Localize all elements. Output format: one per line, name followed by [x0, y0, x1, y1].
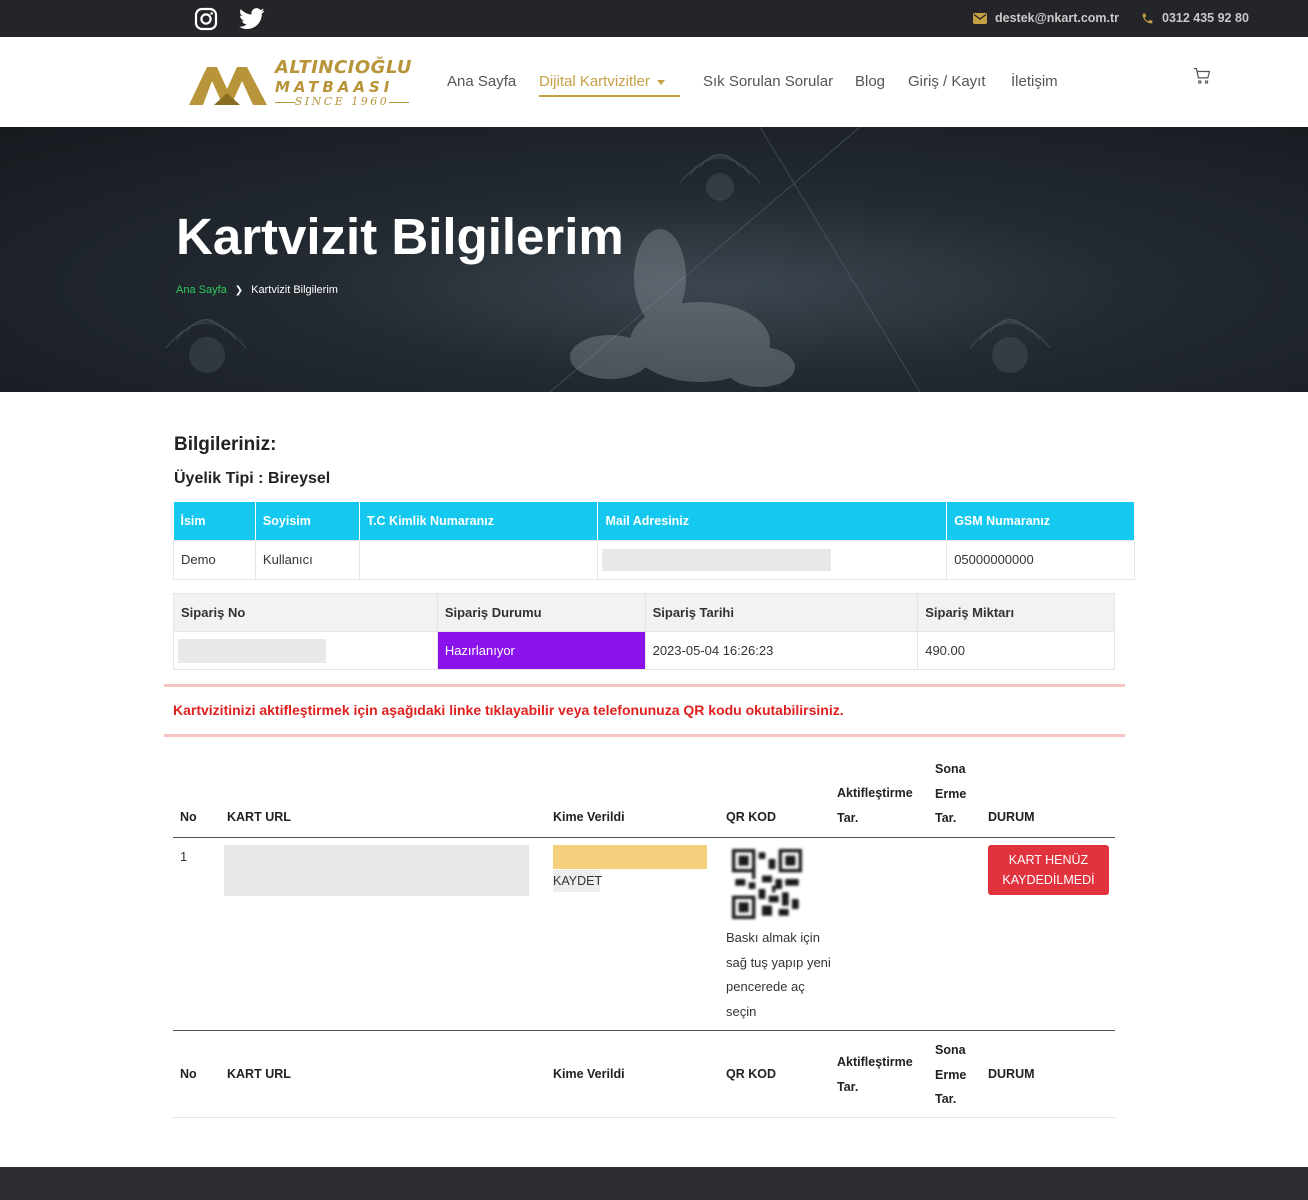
card-not-saved-button[interactable]: KART HENÜZ KAYDEDİLMEDİ — [988, 845, 1109, 895]
header-surname: Soyisim — [255, 502, 360, 540]
footer-header-expiry-date: Sona Erme Tar. — [935, 1043, 967, 1106]
footer-header-status: DURUM — [988, 1067, 1035, 1081]
header-order-date: Sipariş Tarihi — [644, 593, 919, 632]
table-row: Hazırlanıyor 2023-05-04 16:26:23 490.00 — [173, 631, 1115, 670]
header-tc-id: T.C Kimlik Numaranız — [359, 502, 599, 540]
redacted-card-url[interactable] — [224, 845, 529, 896]
breadcrumb-home[interactable]: Ana Sayfa — [176, 284, 227, 296]
nav-contact[interactable]: İletişim — [1011, 73, 1058, 90]
page-hero: Kartvizit Bilgilerim Ana Sayfa ❯ Kartviz… — [0, 127, 1308, 392]
footer-header-no: No — [180, 1067, 197, 1081]
cell-tc-id — [358, 539, 599, 580]
table-divider — [173, 1030, 1115, 1031]
notice-divider-bottom — [164, 734, 1125, 737]
order-table: Sipariş No Sipariş Durumu Sipariş Tarihi… — [173, 593, 1115, 670]
table-row: Demo Kullanıcı 05000000000 — [173, 539, 1135, 580]
contact-phone[interactable]: 0312 435 92 80 — [1141, 11, 1249, 25]
nav-home[interactable]: Ana Sayfa — [447, 73, 516, 90]
user-info-table: İsim Soyisim T.C Kimlik Numaranız Mail A… — [173, 502, 1135, 580]
contact-email[interactable]: destek@nkart.com.tr — [973, 11, 1119, 25]
header-card-url: KART URL — [227, 810, 291, 824]
cell-order-date: 2023-05-04 16:26:23 — [644, 631, 919, 670]
redacted-email — [602, 548, 832, 571]
header-given-to: Kime Verildi — [553, 810, 625, 824]
header-order-amount: Sipariş Miktarı — [917, 593, 1115, 632]
footer-header-given-to: Kime Verildi — [553, 1067, 625, 1081]
header-qr-code: QR KOD — [726, 810, 776, 824]
cell-gsm: 05000000000 — [946, 539, 1135, 580]
breadcrumb: Ana Sayfa ❯ Kartvizit Bilgilerim — [176, 284, 338, 296]
nav-blog[interactable]: Blog — [855, 73, 885, 90]
header-gsm: GSM Numaranız — [946, 502, 1135, 540]
qr-code-image[interactable] — [732, 849, 802, 919]
chevron-right-icon: ❯ — [234, 284, 244, 296]
cell-surname: Kullanıcı — [254, 539, 360, 580]
cart-icon[interactable] — [1193, 67, 1211, 85]
cell-order-no — [173, 631, 438, 670]
cell-card-no: 1 — [180, 849, 188, 864]
table-divider — [173, 837, 1115, 838]
table-divider — [173, 1117, 1115, 1118]
header-order-status: Sipariş Durumu — [436, 593, 646, 632]
cell-order-amount: 490.00 — [917, 631, 1115, 670]
header-status: DURUM — [988, 810, 1035, 824]
logo-line-1: ALTINCIOĞLU — [275, 57, 413, 78]
header-activation-date: Aktifleştirme Tar. — [837, 786, 913, 825]
activation-notice: Kartvizitinizi aktifleştirmek için aşağı… — [173, 702, 844, 718]
header-expiry-date: Sona Erme Tar. — [935, 762, 967, 825]
nav-digital-cards-label: Dijital Kartvizitler — [539, 73, 650, 90]
header-email: Mail Adresiniz — [597, 502, 948, 540]
nav-digital-cards[interactable]: Dijital Kartvizitler — [539, 73, 665, 90]
nav-active-underline — [539, 95, 680, 97]
instagram-icon[interactable] — [191, 4, 221, 34]
cell-email — [597, 539, 948, 580]
email-text: destek@nkart.com.tr — [995, 11, 1120, 25]
footer-header-card-url: KART URL — [227, 1067, 291, 1081]
header-name: İsim — [173, 502, 256, 540]
notice-divider-top — [164, 684, 1125, 687]
footer-header-activation-date: Aktifleştirme Tar. — [837, 1055, 913, 1094]
given-to-input[interactable] — [553, 845, 707, 869]
logo-mark-icon — [189, 67, 267, 105]
site-header: ALTINCIOĞLU MATBAASI SINCE 1960 Ana Sayf… — [0, 37, 1308, 127]
save-button[interactable]: KAYDET — [553, 870, 602, 892]
page-title: Kartvizit Bilgilerim — [176, 208, 624, 265]
nav-login[interactable]: Giriş / Kayıt — [908, 73, 986, 90]
user-table-header: İsim Soyisim T.C Kimlik Numaranız Mail A… — [173, 502, 1135, 540]
site-logo[interactable]: ALTINCIOĞLU MATBAASI SINCE 1960 — [187, 57, 413, 108]
cell-order-status: Hazırlanıyor — [436, 631, 646, 670]
phone-text: 0312 435 92 80 — [1162, 11, 1249, 25]
cell-name: Demo — [173, 539, 256, 580]
header-no: No — [180, 810, 197, 824]
header-order-no: Sipariş No — [173, 593, 438, 632]
breadcrumb-current: Kartvizit Bilgilerim — [251, 284, 338, 296]
nav-faq[interactable]: Sık Sorulan Sorular — [703, 73, 833, 90]
envelope-icon — [973, 12, 987, 24]
logo-text: ALTINCIOĞLU MATBAASI SINCE 1960 — [275, 57, 413, 108]
top-bar: destek@nkart.com.tr 0312 435 92 80 — [0, 0, 1308, 37]
phone-icon — [1142, 13, 1153, 23]
site-footer — [0, 1167, 1308, 1200]
twitter-icon[interactable] — [237, 4, 267, 34]
info-heading: Bilgileriniz: — [174, 434, 277, 455]
logo-line-2: MATBAASI — [275, 78, 394, 96]
footer-header-qr-code: QR KOD — [726, 1067, 776, 1081]
redacted-order-no — [178, 638, 326, 663]
chevron-down-icon — [656, 79, 665, 85]
logo-line-3: SINCE 1960 — [275, 96, 409, 108]
order-table-header: Sipariş No Sipariş Durumu Sipariş Tarihi… — [173, 593, 1115, 632]
membership-type: Üyelik Tipi : Bireysel — [174, 470, 331, 487]
qr-print-note: Baskı almak için sağ tuş yapıp yeni penc… — [726, 930, 831, 1019]
